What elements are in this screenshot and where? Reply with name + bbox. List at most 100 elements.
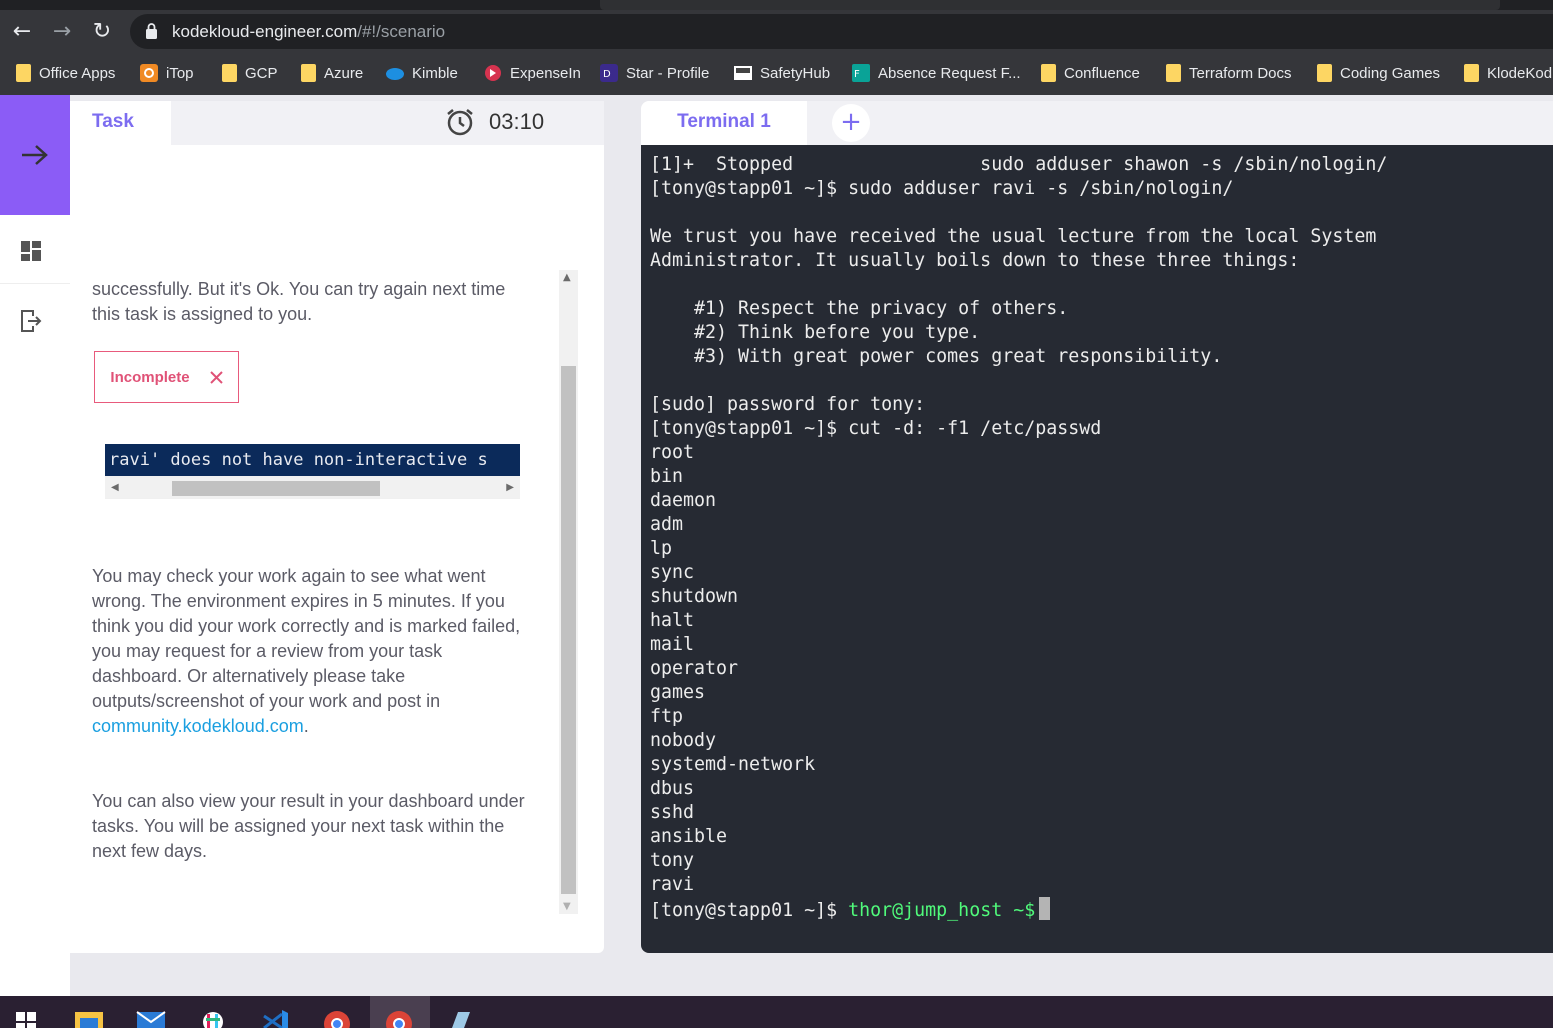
slack-icon[interactable] bbox=[198, 1006, 228, 1028]
url-text: kodekloud-engineer.com/#!/scenario bbox=[172, 22, 445, 42]
terminal-output: [1]+ Stopped sudo adduser shawon -s /sbi… bbox=[650, 153, 1387, 923]
status-badge-label: Incomplete bbox=[110, 368, 190, 386]
error-code-block: ravi' does not have non-interactive s ◀ … bbox=[105, 444, 520, 499]
task-result-message: successfully. But it's Ok. You can try a… bbox=[92, 279, 506, 324]
scroll-left-icon[interactable]: ◀ bbox=[111, 482, 119, 493]
bookmark-label: iTop bbox=[166, 64, 194, 82]
code-scrollbar-thumb[interactable] bbox=[172, 481, 380, 496]
tab-task[interactable]: Task bbox=[70, 101, 171, 145]
mail-icon[interactable] bbox=[136, 1006, 166, 1028]
task-dashboard-message: You can also view your result in your da… bbox=[92, 791, 525, 861]
alarm-clock-icon bbox=[447, 109, 473, 136]
cloud-icon bbox=[386, 68, 404, 80]
bookmark-safetyhub[interactable]: SafetyHub bbox=[734, 62, 830, 84]
bookmark-coding-games[interactable]: Coding Games bbox=[1317, 62, 1440, 84]
tab-terminal-1[interactable]: Terminal 1 bbox=[641, 101, 807, 145]
chrome-icon[interactable] bbox=[322, 1006, 352, 1028]
folder-icon bbox=[1041, 64, 1056, 82]
help-text-end: . bbox=[303, 716, 309, 736]
windows-start-icon[interactable] bbox=[14, 1006, 44, 1028]
lock-icon bbox=[146, 23, 157, 39]
back-icon[interactable]: ← bbox=[10, 20, 34, 44]
sidebar-divider bbox=[0, 283, 70, 284]
bookmarks-bar: Office Apps iTop GCP Azure Kimble Expens… bbox=[0, 53, 1553, 95]
task-vertical-scrollbar[interactable]: ▲ ▼ bbox=[559, 270, 578, 914]
bookmark-absence-request[interactable]: F Absence Request F... bbox=[852, 62, 1021, 84]
app-area: Task 03:10 successfully. But it's Ok. Yo… bbox=[0, 95, 1553, 996]
bookmark-kimble[interactable]: Kimble bbox=[386, 62, 458, 84]
bookmark-label: GCP bbox=[245, 64, 278, 82]
terminal-history: [1]+ Stopped sudo adduser shawon -s /sbi… bbox=[650, 154, 1388, 895]
logout-button[interactable] bbox=[17, 307, 45, 335]
expensein-icon bbox=[485, 65, 501, 81]
reload-icon[interactable]: ↻ bbox=[90, 20, 114, 44]
bookmark-label: KlodeKod bbox=[1487, 64, 1553, 82]
terminal-prompt-stapp01: [tony@stapp01 ~]$ bbox=[650, 900, 849, 921]
bookmark-klodekod[interactable]: KlodeKod bbox=[1464, 62, 1552, 84]
folder-icon bbox=[301, 64, 316, 82]
sidebar bbox=[0, 95, 70, 996]
safetyhub-icon bbox=[734, 66, 752, 80]
bookmark-label: Azure bbox=[324, 64, 364, 82]
timer: 03:10 bbox=[445, 107, 544, 137]
url-host: kodekloud-engineer.com bbox=[172, 22, 358, 41]
task-help-message: You may check your work again to see wha… bbox=[92, 564, 532, 739]
community-link[interactable]: community.kodekloud.com bbox=[92, 716, 304, 736]
forward-icon[interactable]: → bbox=[50, 20, 74, 44]
timer-value: 03:10 bbox=[489, 109, 545, 134]
terminal-cursor bbox=[1039, 897, 1051, 920]
bookmark-confluence[interactable]: Confluence bbox=[1041, 62, 1140, 84]
folder-icon bbox=[1317, 64, 1332, 82]
bookmark-label: ExpenseIn bbox=[510, 64, 581, 82]
error-code-line: ravi' does not have non-interactive s bbox=[105, 444, 520, 476]
file-explorer-icon[interactable] bbox=[74, 1006, 104, 1028]
bookmark-office-apps[interactable]: Office Apps bbox=[16, 62, 115, 84]
code-horizontal-scrollbar[interactable]: ◀ ▶ bbox=[105, 478, 520, 498]
scroll-down-icon[interactable]: ▼ bbox=[563, 901, 571, 912]
dashboard-button[interactable] bbox=[17, 237, 45, 265]
notes-app-icon[interactable] bbox=[446, 1006, 476, 1028]
task-header: Task 03:10 bbox=[70, 101, 604, 145]
expand-sidebar-button[interactable] bbox=[0, 95, 70, 215]
bookmark-expensein[interactable]: ExpenseIn bbox=[484, 62, 581, 84]
vscode-icon[interactable] bbox=[260, 1006, 290, 1028]
task-scrollbar-thumb[interactable] bbox=[561, 366, 576, 894]
address-bar[interactable]: kodekloud-engineer.com/#!/scenario bbox=[130, 14, 1553, 49]
scroll-right-icon[interactable]: ▶ bbox=[506, 482, 514, 493]
folder-icon bbox=[1464, 64, 1479, 82]
bookmark-label: Kimble bbox=[412, 64, 458, 82]
bookmark-star-profile[interactable]: D Star - Profile bbox=[600, 62, 709, 84]
forms-icon: F bbox=[852, 64, 870, 82]
chrome-profile-icon[interactable] bbox=[384, 1006, 414, 1028]
folder-icon bbox=[222, 64, 237, 82]
status-badge: Incomplete bbox=[94, 351, 239, 403]
logout-icon bbox=[21, 310, 42, 332]
os-taskbar bbox=[0, 996, 1553, 1028]
bookmark-label: Coding Games bbox=[1340, 64, 1441, 82]
dashboard-icon bbox=[21, 241, 41, 261]
bookmark-label: Confluence bbox=[1064, 64, 1140, 82]
task-panel: Task 03:10 successfully. But it's Ok. Yo… bbox=[70, 101, 604, 953]
close-icon bbox=[209, 370, 223, 384]
url-path: /#!/scenario bbox=[357, 22, 446, 41]
bookmark-gcp[interactable]: GCP bbox=[222, 62, 278, 84]
scroll-up-icon[interactable]: ▲ bbox=[563, 272, 571, 283]
tab-strip bbox=[600, 0, 1500, 10]
folder-icon bbox=[16, 64, 31, 82]
bookmark-terraform-docs[interactable]: Terraform Docs bbox=[1166, 62, 1292, 84]
bookmark-label: Absence Request F... bbox=[878, 64, 1021, 82]
bookmark-azure[interactable]: Azure bbox=[301, 62, 363, 84]
terminal-header: Terminal 1 + bbox=[641, 101, 1553, 145]
folder-icon bbox=[1166, 64, 1181, 82]
bookmark-label: Office Apps bbox=[39, 64, 116, 82]
bookmark-label: SafetyHub bbox=[760, 64, 831, 82]
terminal-prompt-jump-host: thor@jump_host ~$ bbox=[848, 900, 1036, 921]
bookmark-itop[interactable]: iTop bbox=[140, 62, 194, 84]
star-profile-icon: D bbox=[600, 64, 618, 82]
task-content[interactable]: successfully. But it's Ok. You can try a… bbox=[92, 271, 582, 921]
help-text: You may check your work again to see wha… bbox=[92, 566, 521, 711]
terminal-screen[interactable]: [1]+ Stopped sudo adduser shawon -s /sbi… bbox=[641, 145, 1553, 953]
svg-text:F: F bbox=[854, 69, 860, 80]
add-terminal-button[interactable]: + bbox=[832, 104, 870, 142]
terminal-panel: Terminal 1 + [1]+ Stopped sudo adduser s… bbox=[641, 101, 1553, 953]
